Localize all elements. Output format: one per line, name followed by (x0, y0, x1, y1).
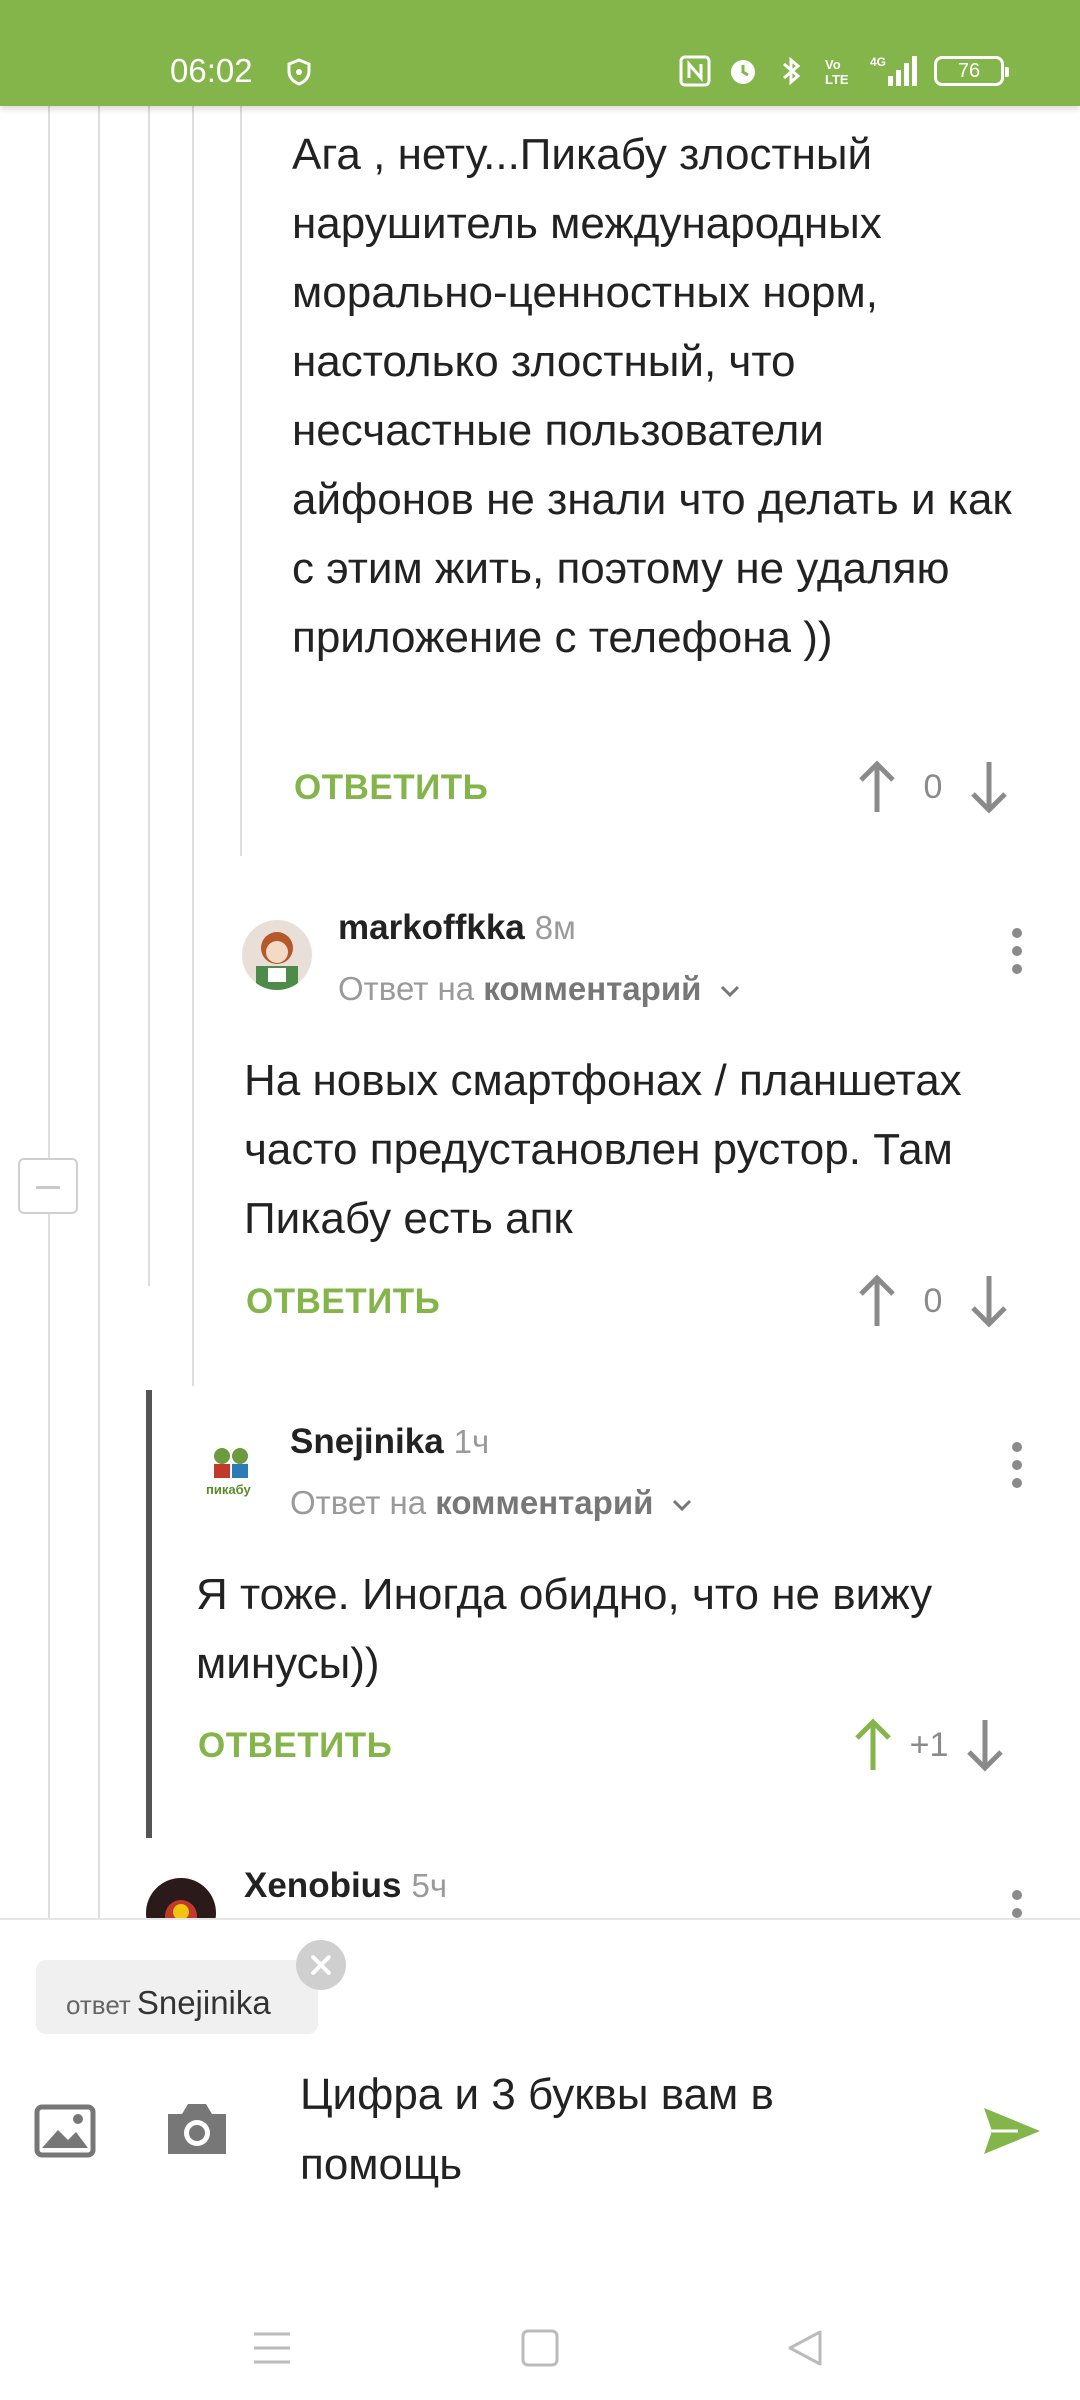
comment-author[interactable]: Snejinika 1ч (290, 1422, 489, 1462)
svg-text:LTE: LTE (825, 72, 849, 87)
status-bar: 06:02 Vo LTE 4G 76 (0, 0, 1080, 106)
svg-text:Vo: Vo (825, 57, 841, 72)
close-icon[interactable] (296, 1940, 346, 1990)
status-time: 06:02 (170, 52, 253, 89)
4g-signal-icon: 4G (870, 55, 917, 86)
comment-score: +1 (909, 1725, 949, 1764)
thread-line (148, 106, 150, 1286)
vote-block: +1 (852, 1718, 1006, 1772)
comments-feed[interactable]: Ага , нету...Пикабу злостный нарушитель … (0, 106, 1080, 1918)
reply-chip-prefix: ответ (66, 1990, 131, 2020)
upvote-arrow-icon[interactable] (856, 760, 898, 814)
comment-score: 0 (923, 1281, 943, 1320)
author-name[interactable]: Snejinika (290, 1422, 444, 1461)
chevron-down-icon[interactable] (671, 1494, 693, 1516)
collapse-thread-button[interactable] (18, 1158, 78, 1214)
bluetooth-icon (783, 56, 801, 86)
reply-to-target[interactable]: комментарий (435, 1484, 653, 1521)
reply-composer: ответ Snejinika Цифра и 3 буквы вам в пом… (0, 1918, 1080, 2288)
image-icon[interactable] (34, 2104, 96, 2158)
reply-to-prefix: Ответ на (338, 970, 475, 1007)
author-name[interactable]: Xenobius (244, 1866, 402, 1905)
comment-author[interactable]: Xenobius 5ч (244, 1866, 447, 1906)
thread-line (192, 106, 194, 1386)
thread-line (48, 106, 50, 1918)
comment-time: 1ч (453, 1423, 490, 1460)
send-icon[interactable] (982, 2106, 1042, 2156)
menu-icon[interactable] (252, 2328, 292, 2368)
back-icon[interactable] (784, 2328, 824, 2368)
avatar[interactable] (242, 920, 312, 990)
active-comment-bar (146, 1390, 152, 1838)
camera-icon[interactable] (164, 2100, 230, 2158)
reply-chip-name: Snejinika (136, 1984, 271, 2021)
downvote-arrow-icon[interactable] (964, 1718, 1006, 1772)
reply-button[interactable]: ОТВЕТИТЬ (198, 1726, 392, 1766)
more-options-icon[interactable] (1010, 1442, 1024, 1492)
system-navigation-bar (0, 2288, 1080, 2400)
chevron-down-icon[interactable] (719, 980, 741, 1002)
author-name[interactable]: markoffkka (338, 908, 525, 947)
avatar[interactable]: пикабу (196, 1434, 266, 1504)
comment-text: На новых смартфонах / планшетах часто пр… (244, 1056, 962, 1243)
shield-icon (287, 58, 311, 86)
comment-time: 8м (534, 909, 576, 946)
downvote-arrow-icon[interactable] (968, 1274, 1010, 1328)
more-options-icon[interactable] (1010, 928, 1024, 978)
comment-input[interactable]: Цифра и 3 буквы вам в помощь (300, 2060, 900, 2200)
alarm-icon (731, 60, 755, 84)
status-icons: Vo LTE 4G 76 (678, 54, 1009, 88)
vote-block: 0 (856, 1274, 1010, 1328)
reply-to-prefix: Ответ на (290, 1484, 427, 1521)
thread-line (98, 106, 100, 1918)
downvote-arrow-icon[interactable] (968, 760, 1010, 814)
comment-text: Я тоже. Иногда обидно, что не вижу минус… (196, 1570, 933, 1688)
svg-text:4G: 4G (870, 55, 886, 69)
comment-score: 0 (923, 767, 943, 806)
thread-line (240, 106, 242, 856)
comment-text: Ага , нету...Пикабу злостный нарушитель … (292, 130, 1012, 662)
comment-time: 5ч (411, 1867, 448, 1904)
volte-icon: Vo LTE (825, 57, 849, 87)
reply-button[interactable]: ОТВЕТИТЬ (294, 768, 488, 808)
vote-block: 0 (856, 760, 1010, 814)
reply-target-chip: ответ Snejinika (36, 1960, 318, 2034)
reply-button[interactable]: ОТВЕТИТЬ (246, 1282, 440, 1322)
comment-author[interactable]: markoffkka 8м (338, 908, 576, 948)
reply-to-link[interactable]: Ответ на комментарий (290, 1484, 693, 1522)
reply-to-target[interactable]: комментарий (483, 970, 701, 1007)
nfc-icon (679, 55, 711, 87)
svg-text:пикабу: пикабу (206, 1482, 251, 1497)
upvote-arrow-icon[interactable] (852, 1718, 894, 1772)
battery-icon: 76 (934, 56, 1009, 86)
reply-to-link[interactable]: Ответ на комментарий (338, 970, 741, 1008)
upvote-arrow-icon[interactable] (856, 1274, 898, 1328)
home-icon[interactable] (520, 2328, 560, 2368)
avatar[interactable] (146, 1878, 216, 1918)
more-options-icon[interactable] (1010, 1890, 1024, 1918)
